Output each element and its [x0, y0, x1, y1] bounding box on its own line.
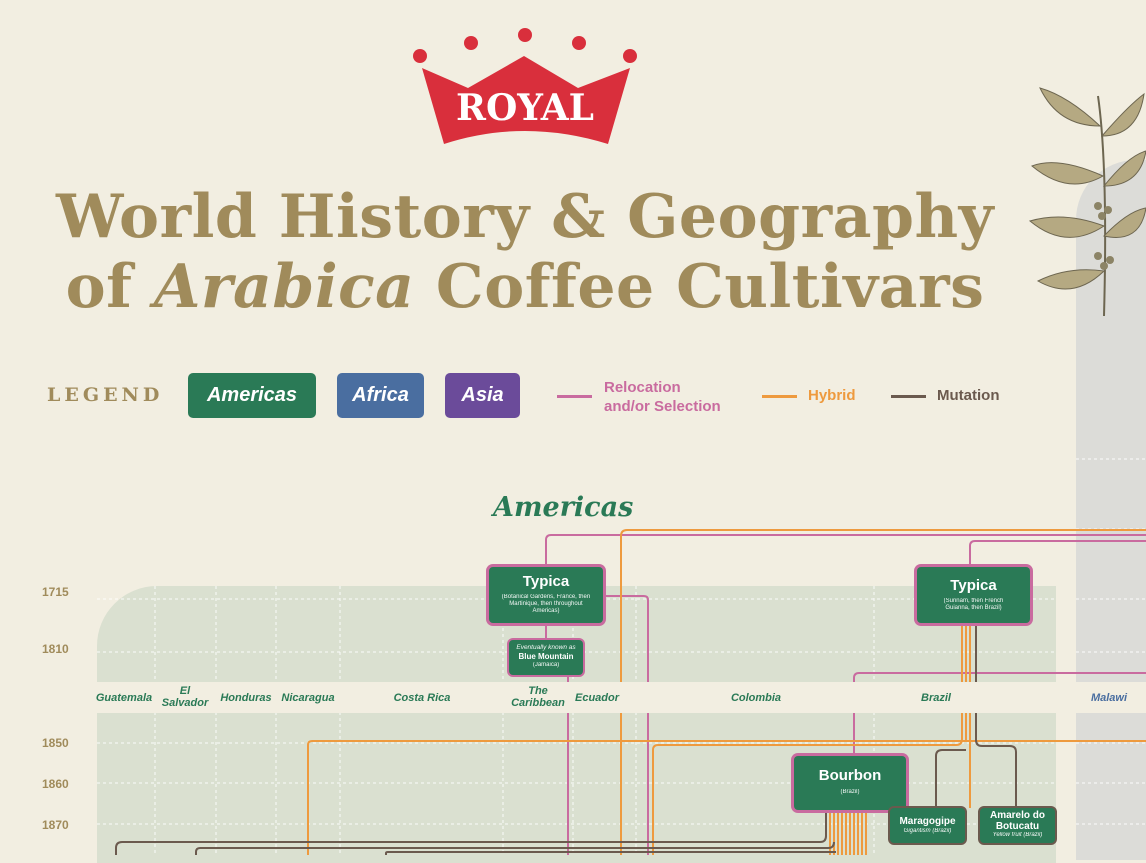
node-bourbon[interactable]: Bourbon (Brazil): [794, 756, 906, 810]
node-typica-caribbean[interactable]: Typica (Botanical Gardens, France, then …: [489, 567, 603, 623]
country-label: Guatemala: [95, 692, 153, 704]
year-label: 1860: [42, 777, 69, 791]
year-label: 1715: [42, 585, 69, 599]
country-label: Malawi: [1090, 692, 1128, 704]
node-typica-brazil[interactable]: Typica (Surinam, then French Guianna, th…: [917, 567, 1030, 623]
node-amarelo-do-botucatu[interactable]: Amarelo do Botucatu Yellow fruit (Brazil…: [980, 808, 1055, 843]
country-label: The Caribbean: [511, 685, 565, 709]
year-label: 1850: [42, 736, 69, 750]
year-label: 1870: [42, 818, 69, 832]
year-label: 1810: [42, 642, 69, 656]
country-label: Costa Rica: [393, 692, 451, 704]
timeline-diagram: [97, 458, 1146, 855]
country-label: Brazil: [921, 692, 951, 704]
node-blue-mountain[interactable]: Eventually known as Blue Mountain (Jamai…: [509, 640, 583, 675]
node-maragogipe[interactable]: Maragogipe Gigantism (Brazil): [890, 808, 965, 843]
country-label: Honduras: [220, 692, 272, 704]
country-label: Ecuador: [574, 692, 619, 704]
country-label: Colombia: [730, 692, 782, 704]
country-label: El Salvador: [161, 685, 209, 709]
country-label: Nicaragua: [281, 692, 335, 704]
